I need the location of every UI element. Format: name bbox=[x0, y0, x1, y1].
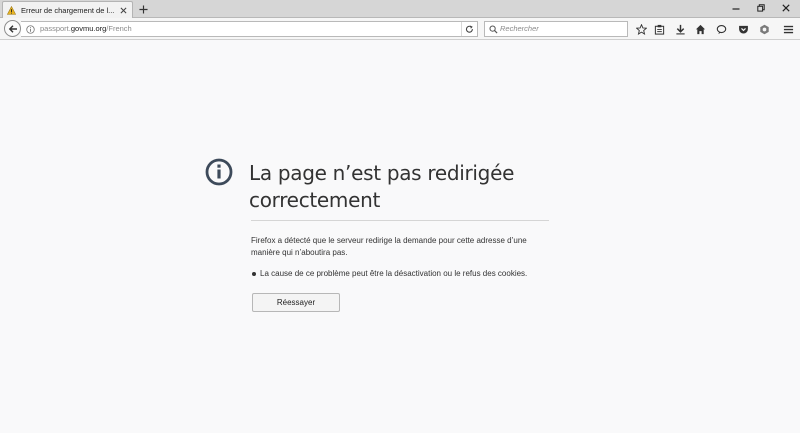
new-tab-button[interactable] bbox=[137, 3, 149, 15]
navigation-bar: passport.govmu.org/French Rechercher bbox=[0, 18, 800, 40]
url-host: govmu.org bbox=[70, 24, 107, 33]
warning-icon bbox=[7, 5, 16, 15]
url-path: /French bbox=[106, 24, 132, 33]
url-prefix: passport. bbox=[40, 24, 71, 33]
url-text[interactable]: passport.govmu.org/French bbox=[40, 24, 132, 33]
reload-icon bbox=[465, 25, 473, 33]
info-icon bbox=[205, 158, 233, 186]
window-close-icon[interactable] bbox=[781, 3, 791, 13]
reload-button[interactable] bbox=[461, 22, 477, 36]
bullet-dot bbox=[252, 272, 256, 276]
error-description: Firefox a détecté que le serveur redirig… bbox=[251, 236, 527, 257]
info-icon[interactable] bbox=[26, 25, 35, 34]
minimize-icon[interactable] bbox=[731, 3, 741, 13]
error-title: La page n’est pas redirigée correctement bbox=[249, 161, 515, 212]
tab-bar: Erreur de chargement de l... bbox=[0, 0, 800, 18]
arrow-left-icon bbox=[8, 24, 17, 33]
back-button[interactable] bbox=[4, 20, 21, 37]
search-placeholder: Rechercher bbox=[500, 24, 539, 33]
download-icon[interactable] bbox=[674, 23, 686, 35]
tab-error[interactable]: Erreur de chargement de l... bbox=[2, 1, 133, 18]
error-bullet-text: La cause de ce problème peut être la dés… bbox=[260, 269, 528, 278]
star-icon[interactable] bbox=[635, 23, 647, 35]
pocket-icon[interactable] bbox=[737, 23, 749, 35]
retry-button[interactable]: Réessayer bbox=[252, 293, 340, 312]
search-bar[interactable]: Rechercher bbox=[484, 21, 628, 37]
tab-title: Erreur de chargement de l... bbox=[21, 5, 115, 15]
restore-icon[interactable] bbox=[756, 3, 766, 13]
url-bar[interactable]: passport.govmu.org/French bbox=[21, 21, 478, 37]
addon-icon[interactable] bbox=[758, 23, 770, 35]
chat-icon[interactable] bbox=[715, 23, 727, 35]
error-bullet: La cause de ce problème peut être la dés… bbox=[251, 268, 561, 280]
close-icon[interactable] bbox=[118, 5, 128, 15]
home-icon[interactable] bbox=[694, 23, 706, 35]
title-divider bbox=[251, 220, 549, 221]
menu-icon[interactable] bbox=[782, 23, 794, 35]
clipboard-icon[interactable] bbox=[653, 23, 665, 35]
search-icon bbox=[489, 25, 498, 34]
